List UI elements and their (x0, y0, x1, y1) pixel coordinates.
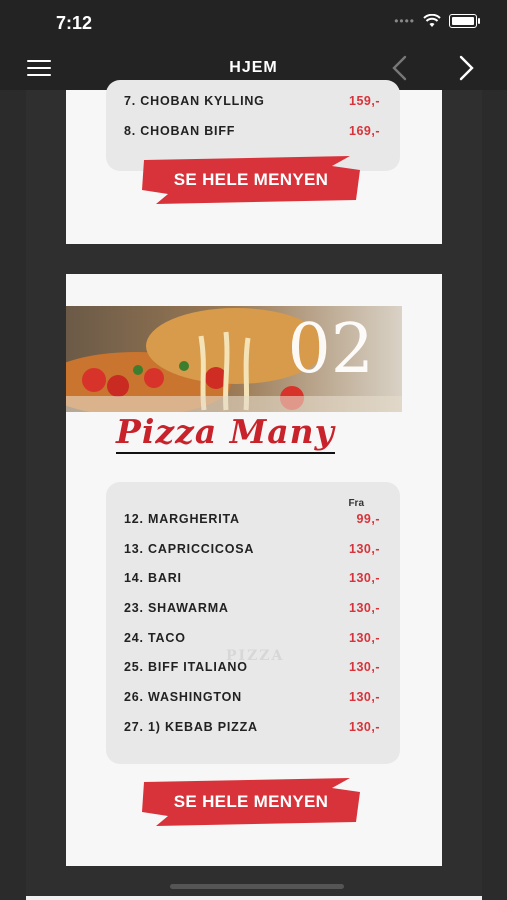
menu-item: 13. CAPRICCICOSA 130,- (124, 542, 380, 562)
pizza-banner-image: 02 (66, 306, 402, 412)
status-icons: •••• (394, 14, 480, 28)
see-full-menu-label: SE HELE MENYEN (173, 170, 329, 189)
menu-item-price: 99,- (356, 512, 380, 526)
battery-icon (449, 14, 480, 28)
menu-item-name: 27. 1) KEBAB PIZZA (124, 720, 258, 734)
see-full-menu-button[interactable]: SE HELE MENYEN (140, 156, 362, 204)
home-indicator[interactable] (170, 884, 344, 889)
menu-item-name: 24. TACO (124, 631, 186, 645)
menu-item: 26. WASHINGTON 130,- (124, 690, 380, 710)
nav-title: HJEM (229, 59, 278, 76)
menu-item-price: 130,- (349, 542, 380, 556)
menu-item-name: 8. CHOBAN BIFF (124, 124, 236, 138)
status-bar: 7:12 •••• (0, 0, 507, 46)
menu-item-price: 130,- (349, 601, 380, 615)
category-number: 02 (287, 310, 374, 389)
forward-arrow-icon[interactable] (454, 54, 480, 82)
signal-dots-icon: •••• (394, 14, 415, 28)
menu-item-name: 12. MARGHERITA (124, 512, 240, 526)
status-time: 7:12 (56, 13, 93, 33)
menu-item-price: 130,- (349, 631, 380, 645)
menu-item-price: 159,- (349, 94, 380, 108)
menu-item: 23. SHAWARMA 130,- (124, 601, 380, 621)
wifi-icon (423, 14, 441, 27)
menu-item: 7. CHOBAN KYLLING 159,- (124, 94, 380, 114)
menu-card-previous: 7. CHOBAN KYLLING 159,- 8. CHOBAN BIFF 1… (66, 80, 442, 244)
menu-item-price: 130,- (349, 660, 380, 674)
menu-item: 14. BARI 130,- (124, 571, 380, 591)
menu-item: 24. TACO 130,- (124, 631, 380, 651)
menu-item-name: 23. SHAWARMA (124, 601, 229, 615)
menu-list-pizza: Fra PIZZA 12. MARGHERITA 99,- 13. CAPRIC… (106, 482, 400, 764)
menu-card-pizza: 02 Pizza Many Fra PIZZA 12. MARGHERITA 9… (66, 274, 442, 866)
menu-item-name: 26. WASHINGTON (124, 690, 242, 704)
see-full-menu-button[interactable]: SE HELE MENYEN (140, 778, 362, 826)
back-arrow-icon[interactable] (386, 54, 412, 82)
menu-item: 12. MARGHERITA 99,- (124, 512, 380, 532)
menu-item-name: 13. CAPRICCICOSA (124, 542, 255, 556)
menu-item-price: 130,- (349, 720, 380, 734)
menu-item-price: 130,- (349, 571, 380, 585)
category-title: Pizza Many (116, 412, 335, 454)
menu-item: 8. CHOBAN BIFF 169,- (124, 124, 380, 144)
next-card-edge (26, 896, 482, 900)
menu-item-name: 14. BARI (124, 571, 182, 585)
see-full-menu-label: SE HELE MENYEN (173, 792, 329, 811)
content-scroll-area[interactable]: 7. CHOBAN KYLLING 159,- 8. CHOBAN BIFF 1… (26, 80, 482, 900)
menu-item: 25. BIFF ITALIANO 130,- (124, 660, 380, 680)
menu-item-name: 7. CHOBAN KYLLING (124, 94, 265, 108)
menu-item: 27. 1) KEBAB PIZZA 130,- (124, 720, 380, 740)
price-column-header: Fra (348, 498, 364, 509)
menu-item-price: 169,- (349, 124, 380, 138)
menu-item-price: 130,- (349, 690, 380, 704)
menu-item-name: 25. BIFF ITALIANO (124, 660, 248, 674)
